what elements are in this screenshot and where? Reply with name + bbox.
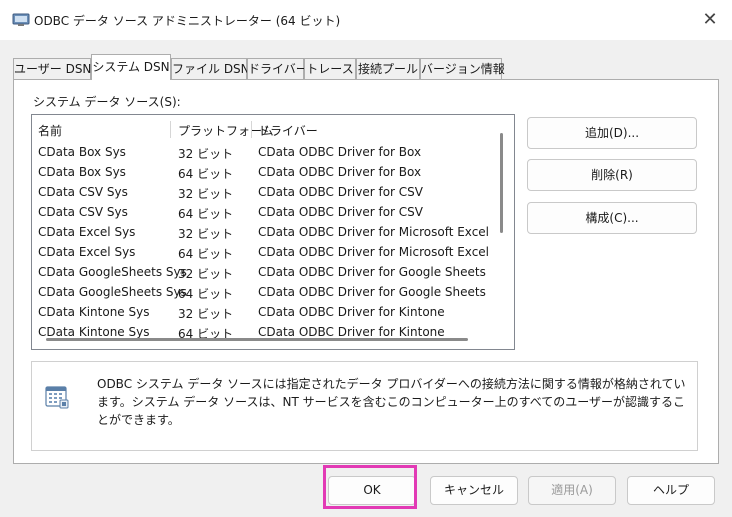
tab-drivers[interactable]: ドライバー xyxy=(247,58,308,79)
row-9-platform[interactable]: 32 ビット xyxy=(178,305,233,322)
row-5-platform[interactable]: 32 ビット xyxy=(178,225,233,242)
configure-button[interactable]: 構成(C)... xyxy=(527,202,697,234)
row-4-driver[interactable]: CData ODBC Driver for CSV xyxy=(258,205,423,219)
row-8-name[interactable]: CData GoogleSheets Sys xyxy=(38,285,187,299)
close-icon: ✕ xyxy=(702,9,718,30)
window-title: ODBC データ ソース アドミニストレーター (64 ビット) xyxy=(34,14,341,28)
row-7-name[interactable]: CData GoogleSheets Sys xyxy=(38,265,187,279)
add-button[interactable]: 追加(D)... xyxy=(527,117,697,149)
row-7-platform[interactable]: 32 ビット xyxy=(178,265,233,282)
row-8-driver[interactable]: CData ODBC Driver for Google Sheets xyxy=(258,285,486,299)
column-header-driver[interactable]: ドライバー xyxy=(258,122,318,139)
row-8-platform[interactable]: 64 ビット xyxy=(178,285,233,302)
column-separator[interactable] xyxy=(170,121,171,138)
info-description: ODBC システム データ ソースには指定されたデータ プロバイダーへの接続方法… xyxy=(97,377,686,427)
row-10-name[interactable]: CData Kintone Sys xyxy=(38,325,149,339)
odbc-app-icon xyxy=(12,13,30,27)
row-5-name[interactable]: CData Excel Sys xyxy=(38,225,135,239)
horizontal-scrollbar[interactable] xyxy=(46,338,468,341)
row-3-name[interactable]: CData CSV Sys xyxy=(38,185,128,199)
row-7-driver[interactable]: CData ODBC Driver for Google Sheets xyxy=(258,265,486,279)
row-6-driver[interactable]: CData ODBC Driver for Microsoft Excel xyxy=(258,245,489,259)
remove-button[interactable]: 削除(R) xyxy=(527,159,697,191)
help-button[interactable]: ヘルプ xyxy=(627,476,715,505)
data-source-icon xyxy=(44,384,70,410)
row-2-driver[interactable]: CData ODBC Driver for Box xyxy=(258,165,421,179)
close-button[interactable]: ✕ xyxy=(688,4,732,36)
row-2-name[interactable]: CData Box Sys xyxy=(38,165,126,179)
row-10-driver[interactable]: CData ODBC Driver for Kintone xyxy=(258,325,445,339)
title-bar: ODBC データ ソース アドミニストレーター (64 ビット) ✕ xyxy=(0,0,732,40)
tab-about[interactable]: バージョン情報 xyxy=(420,58,505,79)
row-3-platform[interactable]: 32 ビット xyxy=(178,185,233,202)
row-1-driver[interactable]: CData ODBC Driver for Box xyxy=(258,145,421,159)
system-data-sources-label: システム データ ソース(S): xyxy=(33,95,181,109)
cancel-button[interactable]: キャンセル xyxy=(430,476,518,505)
row-5-driver[interactable]: CData ODBC Driver for Microsoft Excel xyxy=(258,225,489,239)
column-header-name[interactable]: 名前 xyxy=(38,122,62,139)
ok-highlight-frame xyxy=(323,465,417,509)
row-6-name[interactable]: CData Excel Sys xyxy=(38,245,135,259)
tab-connection-pooling[interactable]: 接続プール xyxy=(356,58,420,79)
row-4-platform[interactable]: 64 ビット xyxy=(178,205,233,222)
tab-system-dsn[interactable]: システム DSN xyxy=(91,54,171,80)
vertical-scrollbar[interactable] xyxy=(500,133,503,233)
row-9-name[interactable]: CData Kintone Sys xyxy=(38,305,149,319)
tab-user-dsn[interactable]: ユーザー DSN xyxy=(13,58,91,79)
row-1-platform[interactable]: 32 ビット xyxy=(178,145,233,162)
row-4-name[interactable]: CData CSV Sys xyxy=(38,205,128,219)
data-source-list[interactable]: 名前 プラットフォーム ドライバー CData Box Sys 32 ビット C… xyxy=(31,114,515,350)
tab-tracing[interactable]: トレース xyxy=(304,58,356,79)
row-2-platform[interactable]: 64 ビット xyxy=(178,165,233,182)
tab-file-dsn[interactable]: ファイル DSN xyxy=(171,58,250,79)
column-separator[interactable] xyxy=(251,121,252,138)
row-9-driver[interactable]: CData ODBC Driver for Kintone xyxy=(258,305,445,319)
row-6-platform[interactable]: 64 ビット xyxy=(178,245,233,262)
row-1-name[interactable]: CData Box Sys xyxy=(38,145,126,159)
info-box: ODBC システム データ ソースには指定されたデータ プロバイダーへの接続方法… xyxy=(31,361,698,451)
row-3-driver[interactable]: CData ODBC Driver for CSV xyxy=(258,185,423,199)
apply-button[interactable]: 適用(A) xyxy=(528,476,616,505)
